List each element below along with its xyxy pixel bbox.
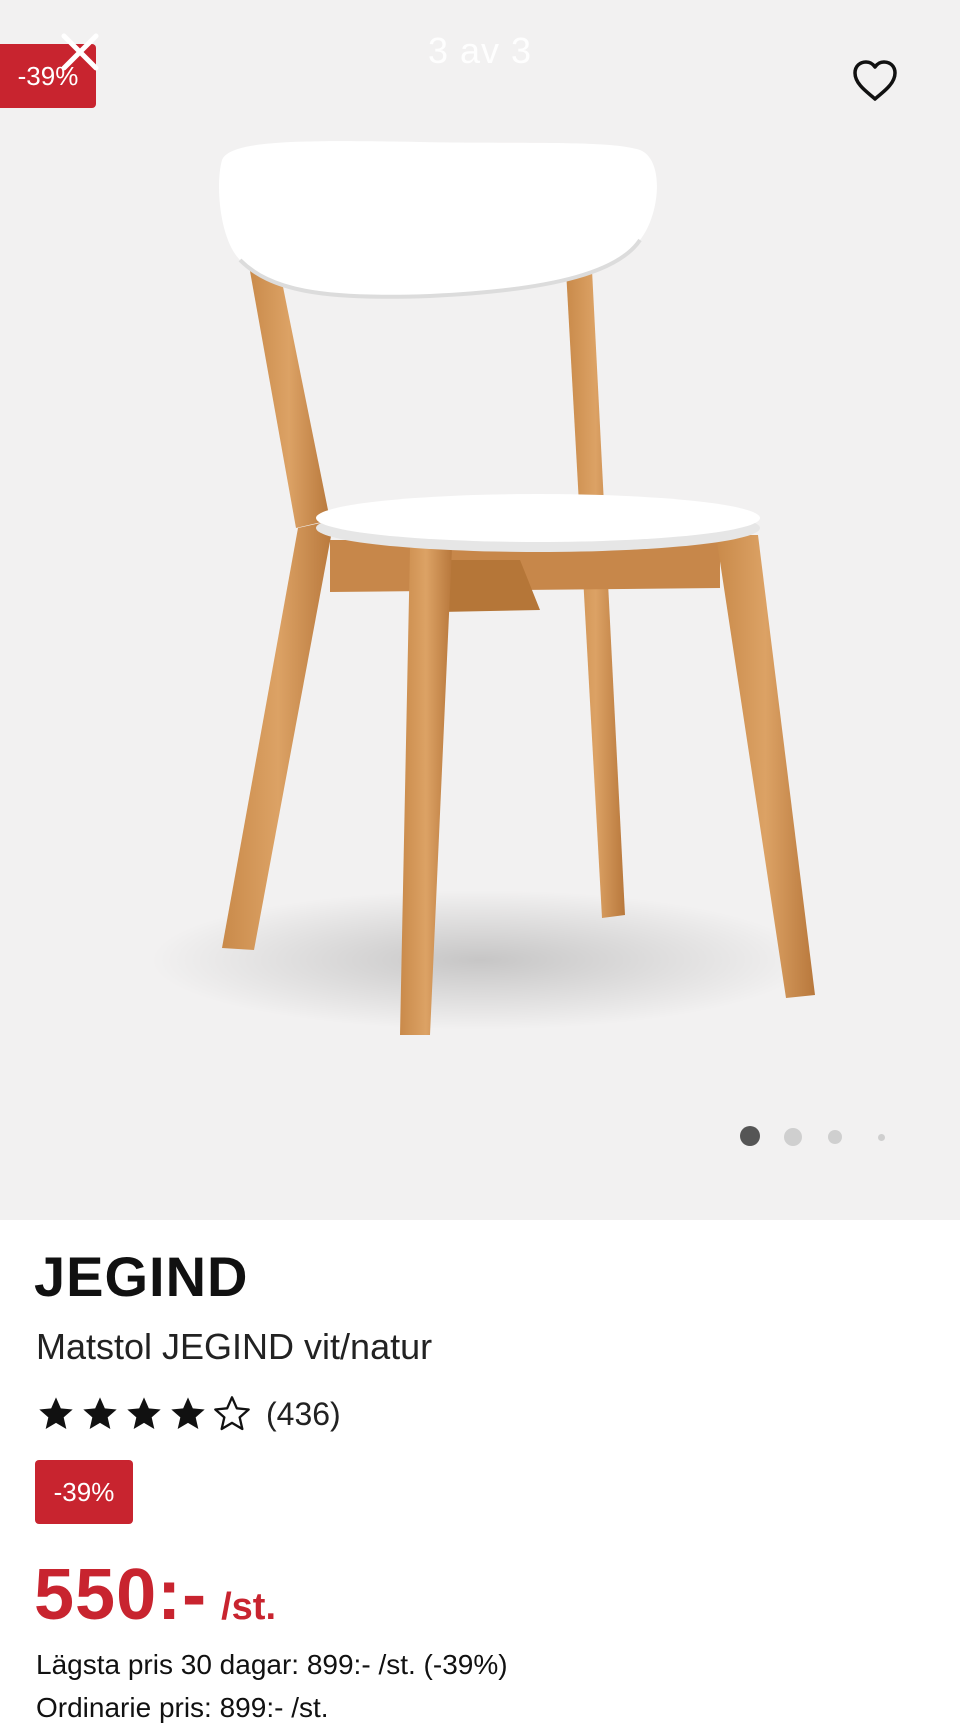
lowest-price-info: Lägsta pris 30 dagar: 899:- /st. (-39%) <box>36 1649 508 1680</box>
product-image-chair <box>150 141 815 1035</box>
review-count[interactable]: (436) <box>266 1396 341 1433</box>
discount-badge: -39% <box>35 1460 133 1524</box>
product-image-gallery[interactable]: -39% 3 av 3 <box>0 0 960 1220</box>
product-name: Matstol JEGIND vit/natur <box>36 1326 433 1367</box>
product-brand: JEGIND <box>34 1245 249 1308</box>
star-filled-icon <box>171 1397 205 1429</box>
pagination-dot[interactable] <box>784 1128 802 1146</box>
price-unit: /st. <box>221 1586 276 1628</box>
product-rating[interactable]: (436) <box>36 1392 341 1436</box>
image-counter: 3 av 3 <box>427 30 533 71</box>
price-row: 550:- /st. <box>34 1554 276 1636</box>
pagination-dot[interactable] <box>878 1134 885 1141</box>
close-icon[interactable] <box>56 28 104 76</box>
star-filled-icon <box>127 1397 161 1429</box>
star-filled-icon <box>39 1397 73 1429</box>
pagination-dot-active[interactable] <box>740 1126 760 1146</box>
pagination-dot[interactable] <box>828 1130 842 1144</box>
star-empty-icon <box>214 1396 250 1431</box>
product-price: 550:- <box>34 1555 208 1635</box>
heart-icon[interactable] <box>850 56 900 106</box>
star-filled-icon <box>83 1397 117 1429</box>
regular-price-info: Ordinarie pris: 899:- /st. <box>36 1692 329 1723</box>
gallery-pagination[interactable] <box>740 1122 900 1152</box>
